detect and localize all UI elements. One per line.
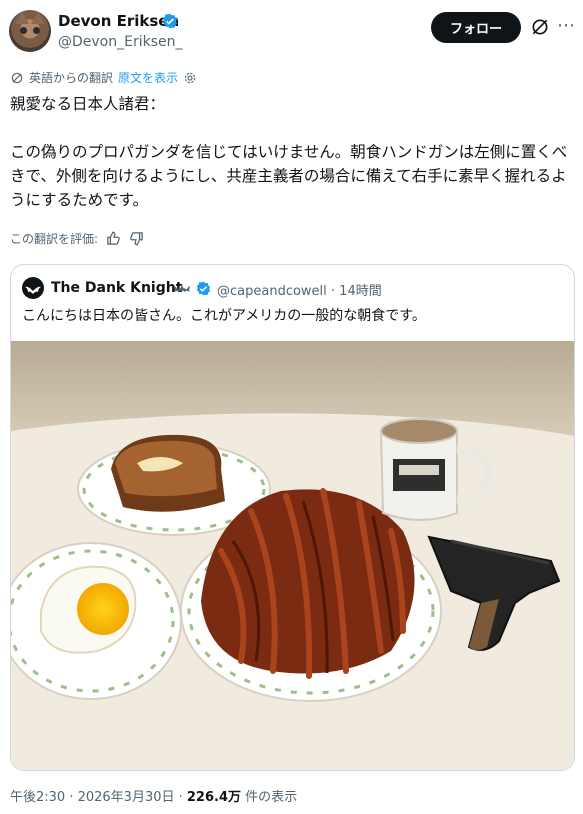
quoted-handle-time: @capeandcowell · 14時間 — [217, 280, 382, 299]
author-avatar[interactable] — [9, 10, 51, 52]
rate-label: この翻訳を評価: — [10, 232, 99, 246]
view-count-suffix: 件の表示 — [241, 790, 298, 805]
quoted-time[interactable]: · 14時間 — [331, 284, 382, 299]
bat-icon — [173, 285, 191, 292]
rate-translation-row: この翻訳を評価: — [10, 230, 144, 247]
quoted-text: こんにちは日本の皆さん。これがアメリカの一般的な朝食です。 — [22, 308, 426, 324]
settings-gear-icon[interactable] — [183, 71, 197, 85]
quoted-photo[interactable] — [11, 341, 574, 770]
tweet-text: 親愛なる日本人諸君： この偽りのプロパガンダを信じてはいけません。朝食ハンドガン… — [10, 95, 568, 209]
quoted-author-handle[interactable]: @capeandcowell — [217, 284, 327, 299]
show-original-link[interactable]: 原文を表示 — [118, 69, 178, 86]
translation-note: 英語からの翻訳 — [29, 71, 114, 85]
quoted-tweet[interactable]: The Dank Knight @capeandcowell · 14時間 こん… — [10, 264, 575, 771]
view-count: 226.4万 — [186, 790, 242, 805]
verified-badge-icon — [196, 281, 211, 296]
translate-icon — [11, 72, 23, 83]
tweet-timestamp[interactable]: 午後2:30 · 2026年3月30日 · — [10, 790, 187, 805]
thumbs-down-icon[interactable] — [129, 231, 144, 246]
grok-icon[interactable] — [530, 17, 550, 37]
tweet-meta: 午後2:30 · 2026年3月30日 · 226.4万 件の表示 — [10, 786, 297, 805]
quoted-author-avatar[interactable] — [22, 277, 44, 299]
follow-button[interactable]: フォロー — [431, 12, 521, 43]
author-name[interactable]: Devon Eriksen — [58, 12, 179, 30]
quoted-author-name[interactable]: The Dank Knight — [51, 280, 182, 296]
translation-row: 英語からの翻訳 原文を表示 — [10, 69, 197, 86]
more-icon[interactable]: ⋯ — [557, 15, 576, 36]
verified-badge-icon — [162, 13, 178, 29]
author-handle[interactable]: @Devon_Eriksen_ — [58, 34, 183, 50]
thumbs-up-icon[interactable] — [106, 231, 121, 246]
